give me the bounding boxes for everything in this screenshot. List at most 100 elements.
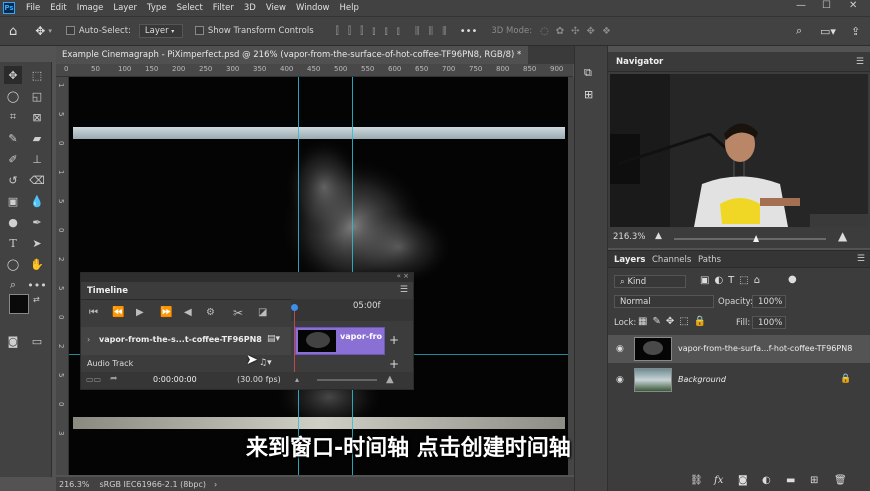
- properties-panel-icon[interactable]: ⊞: [584, 88, 593, 101]
- eyedropper-tool-icon[interactable]: ✎: [4, 129, 22, 147]
- render-video-icon[interactable]: ➦: [110, 374, 118, 384]
- auto-select-checkbox[interactable]: [65, 26, 79, 36]
- more-options-icon[interactable]: •••: [460, 26, 478, 37]
- healing-brush-tool-icon[interactable]: ▰: [28, 129, 46, 147]
- opacity-field[interactable]: 100%: [752, 295, 786, 308]
- home-icon[interactable]: ⌂: [9, 24, 17, 39]
- minimize-button[interactable]: —: [796, 0, 806, 11]
- menu-view[interactable]: View: [261, 3, 291, 13]
- video-track-header[interactable]: › vapor-from-the-s...t-coffee-TF96PN8 ▤▾: [81, 327, 291, 355]
- expand-track-icon[interactable]: ›: [87, 335, 90, 344]
- layer-name[interactable]: vapor-from-the-surfa...f-hot-coffee-TF96…: [678, 344, 852, 353]
- tab-channels[interactable]: Channels: [652, 255, 691, 265]
- move-tool-preset-icon[interactable]: ✥: [35, 24, 45, 38]
- settings-gear-icon[interactable]: ⚙: [206, 307, 215, 318]
- timeline-panel-header[interactable]: « ×: [81, 272, 413, 282]
- adjustment-icon[interactable]: ◐: [762, 475, 771, 486]
- audio-mute-icon[interactable]: ♫▾: [259, 358, 272, 368]
- object-select-tool-icon[interactable]: ◱: [28, 87, 46, 105]
- pen-tool-icon[interactable]: ✒: [28, 213, 46, 231]
- more-tools-icon[interactable]: •••: [27, 276, 46, 294]
- menu-edit[interactable]: Edit: [45, 3, 71, 13]
- menu-3d[interactable]: 3D: [239, 3, 261, 13]
- share-icon[interactable]: ⇪: [851, 25, 860, 38]
- swap-colors-icon[interactable]: ⇄: [33, 295, 40, 304]
- mask-icon[interactable]: ◙: [738, 475, 748, 486]
- filter-toggle-icon[interactable]: ●: [788, 274, 797, 285]
- type-tool-icon[interactable]: T: [4, 234, 22, 252]
- menu-type[interactable]: Type: [142, 3, 172, 13]
- ellipse-tool-icon[interactable]: ◯: [4, 255, 22, 273]
- status-expand-icon[interactable]: ›: [214, 480, 217, 489]
- trash-icon[interactable]: 🗑: [834, 475, 847, 486]
- go-to-first-frame-icon[interactable]: ⏮: [89, 307, 98, 318]
- document-tab[interactable]: Example Cinemagraph - PiXimperfect.psd @…: [56, 46, 528, 64]
- video-clip[interactable]: vapor-fro: [295, 327, 385, 355]
- frame-tool-icon[interactable]: ⊠: [28, 108, 46, 126]
- lock-icons[interactable]: ▦✎✥⬚🔒: [638, 316, 711, 327]
- layer-row[interactable]: ◉ Background 🔒: [608, 366, 870, 394]
- tab-layers[interactable]: Layers: [614, 255, 645, 265]
- blur-tool-icon[interactable]: 💧: [28, 192, 46, 210]
- history-panel-icon[interactable]: ⧉: [584, 66, 592, 80]
- brush-tool-icon[interactable]: ✐: [4, 150, 22, 168]
- menu-select[interactable]: Select: [172, 3, 208, 13]
- panel-menu-icon[interactable]: ☰: [857, 254, 865, 264]
- panel-menu-icon[interactable]: ☰: [856, 57, 864, 67]
- zoom-in-icon[interactable]: ▲: [838, 229, 847, 243]
- audio-icon[interactable]: ◀: [184, 307, 192, 318]
- menu-file[interactable]: File: [21, 3, 45, 13]
- maximize-button[interactable]: ☐: [822, 0, 831, 11]
- zoom-tool-icon[interactable]: ⌕: [4, 276, 22, 294]
- navigator-zoom-value[interactable]: 216.3%: [613, 232, 645, 242]
- menu-layer[interactable]: Layer: [108, 3, 142, 13]
- transition-icon[interactable]: ◪: [258, 307, 267, 318]
- close-window-button[interactable]: ✕: [849, 0, 857, 11]
- time-ruler[interactable]: [291, 299, 413, 321]
- tab-paths[interactable]: Paths: [698, 255, 721, 265]
- status-zoom[interactable]: 216.3%: [59, 480, 90, 489]
- playhead-handle[interactable]: [291, 304, 298, 311]
- collapse-icon[interactable]: « ×: [397, 272, 409, 280]
- convert-frame-animation-icon[interactable]: ▭▭: [86, 375, 101, 384]
- visibility-eye-icon[interactable]: ◉: [616, 375, 624, 385]
- quick-mask-icon[interactable]: ◙: [4, 332, 22, 350]
- screen-mode-icon[interactable]: ▭: [28, 332, 46, 350]
- search-icon[interactable]: ⌕: [796, 24, 802, 38]
- play-icon[interactable]: ▶: [136, 307, 144, 318]
- zoom-out-timeline-icon[interactable]: ▴: [295, 375, 299, 384]
- show-transform-checkbox[interactable]: [194, 26, 208, 36]
- split-at-playhead-icon[interactable]: ✂: [233, 306, 243, 320]
- blend-mode-dropdown[interactable]: Normal: [614, 295, 714, 308]
- add-media-icon[interactable]: +: [389, 333, 399, 347]
- align-icons[interactable]: ⫿⫿⫿⫾⫾⫾: [336, 26, 409, 37]
- crop-tool-icon[interactable]: ⌗: [4, 108, 22, 126]
- visibility-eye-icon[interactable]: ◉: [616, 344, 624, 354]
- layer-filter-dropdown[interactable]: ⌕ Kind: [614, 275, 686, 288]
- panel-menu-icon[interactable]: ☰: [400, 285, 408, 295]
- clone-stamp-tool-icon[interactable]: ⊥: [28, 150, 46, 168]
- move-tool-icon[interactable]: ✥: [4, 66, 22, 84]
- layer-name[interactable]: Background: [678, 375, 726, 384]
- history-brush-tool-icon[interactable]: ↺: [4, 171, 22, 189]
- add-audio-icon[interactable]: +: [389, 357, 399, 371]
- 3d-tools-icons[interactable]: ◌✿✣✥❖: [540, 26, 618, 37]
- navigator-zoom-slider[interactable]: [674, 238, 826, 240]
- group-icon[interactable]: ▬: [786, 475, 795, 486]
- eraser-tool-icon[interactable]: ⌫: [28, 171, 46, 189]
- next-frame-icon[interactable]: ⏩: [160, 307, 172, 318]
- foreground-color-swatch[interactable]: [9, 294, 29, 314]
- navigator-preview[interactable]: [610, 74, 868, 227]
- fill-field[interactable]: 100%: [752, 316, 786, 329]
- hand-tool-icon[interactable]: ✋: [28, 255, 46, 273]
- distribute-icons[interactable]: ⫼⫼⫼: [415, 26, 456, 37]
- menu-image[interactable]: Image: [72, 3, 109, 13]
- lasso-tool-icon[interactable]: ◯: [4, 87, 22, 105]
- menu-window[interactable]: Window: [291, 3, 335, 13]
- path-selection-tool-icon[interactable]: ➤: [28, 234, 46, 252]
- link-icon[interactable]: ⛓: [690, 475, 703, 486]
- film-strip-icon[interactable]: ▤▾: [267, 334, 280, 344]
- fx-icon[interactable]: fx: [714, 475, 723, 486]
- layer-filter-icons[interactable]: ▣◐T⬚⌂: [700, 275, 765, 286]
- layer-row[interactable]: ◉ vapor-from-the-surfa...f-hot-coffee-TF…: [608, 335, 870, 363]
